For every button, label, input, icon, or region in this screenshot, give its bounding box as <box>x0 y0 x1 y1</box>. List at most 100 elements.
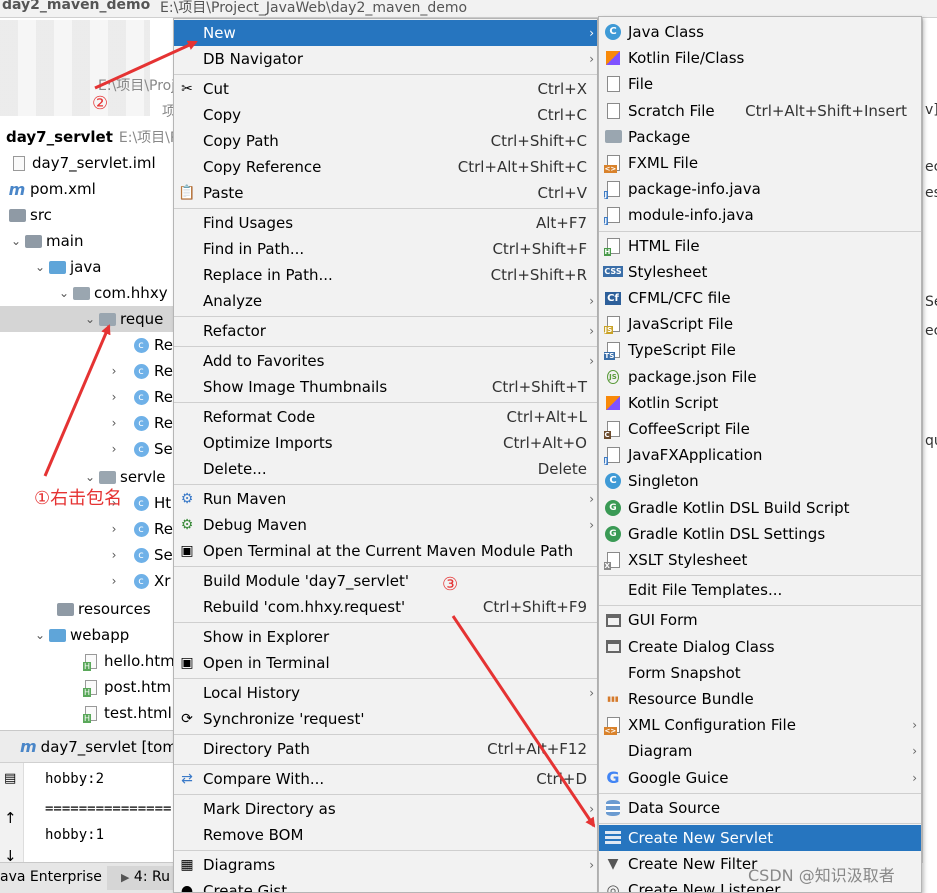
tree-item[interactable]: › c Re <box>0 516 180 542</box>
tree-item[interactable]: › c Re <box>0 410 180 436</box>
submenu-item-javascript-file[interactable]: JS JavaScript File <box>599 311 921 337</box>
menu-item-new[interactable]: New › <box>174 20 597 46</box>
menu-item-find-usages[interactable]: Find Usages Alt+F7 <box>174 210 597 236</box>
project-tab[interactable]: day2_maven_demo <box>2 0 150 13</box>
tree-item[interactable]: test.html <box>0 700 180 726</box>
tree-item[interactable]: › c Se <box>0 542 180 568</box>
tree-item[interactable]: m pom.xml <box>0 176 180 202</box>
submenu-item-file[interactable]: File <box>599 71 921 97</box>
sync-icon: ⟳ <box>181 711 193 727</box>
menu-item-run-maven[interactable]: ⚙ Run Maven › <box>174 486 597 512</box>
tree-item[interactable]: c Re <box>0 332 180 358</box>
submenu-item-diagram[interactable]: Diagram › <box>599 738 921 764</box>
menu-item-compare-with[interactable]: ⇄ Compare With... Ctrl+D <box>174 766 597 792</box>
submenu-item-scratch-file[interactable]: Scratch File Ctrl+Alt+Shift+Insert <box>599 98 921 124</box>
menu-item-show-in-explorer[interactable]: Show in Explorer <box>174 624 597 650</box>
submenu-item-gradle-kotlin-dsl-build-script[interactable]: G Gradle Kotlin DSL Build Script <box>599 495 921 521</box>
chevron-right-icon: › <box>589 294 594 308</box>
menu-item-label: Build Module 'day7_servlet' <box>203 572 409 590</box>
menu-item-diagrams[interactable]: ▦ Diagrams › <box>174 852 597 878</box>
submenu-item-kotlin-script[interactable]: Kotlin Script <box>599 390 921 416</box>
menu-item-build-module-day7-servlet[interactable]: Build Module 'day7_servlet' <box>174 568 597 594</box>
tree-module-day7[interactable]: day7_servlet E:\项目\Pr <box>0 124 180 150</box>
menu-item-remove-bom[interactable]: Remove BOM <box>174 822 597 848</box>
menu-item-add-to-favorites[interactable]: Add to Favorites › <box>174 348 597 374</box>
submenu-item-gui-form[interactable]: GUI Form <box>599 607 921 633</box>
submenu-item-html-file[interactable]: H HTML File <box>599 233 921 259</box>
submenu-item-xml-configuration-file[interactable]: <> XML Configuration File › <box>599 712 921 738</box>
menu-item-replace-in-path[interactable]: Replace in Path... Ctrl+Shift+R <box>174 262 597 288</box>
submenu-item-form-snapshot[interactable]: Form Snapshot <box>599 660 921 686</box>
menu-item-delete[interactable]: Delete... Delete <box>174 456 597 482</box>
menu-item-rebuild-com-hhxy-request[interactable]: Rebuild 'com.hhxy.request' Ctrl+Shift+F9 <box>174 594 597 620</box>
submenu-item-stylesheet[interactable]: CSS Stylesheet <box>599 259 921 285</box>
menu-item-paste[interactable]: 📋 Paste Ctrl+V <box>174 180 597 206</box>
submenu-item-cfml-cfc-file[interactable]: Cf CFML/CFC file <box>599 285 921 311</box>
tree-row-partial: E:\项目\Proj <box>98 78 176 94</box>
layout-icon[interactable]: ▤ <box>4 771 16 786</box>
package-icon <box>72 286 90 300</box>
tree-item-selected[interactable]: ⌄ reque <box>0 306 180 332</box>
menu-item-cut[interactable]: ✂ Cut Ctrl+X <box>174 76 597 102</box>
status-tab-run[interactable]: ▶ 4: Ru <box>107 866 180 890</box>
tree-item[interactable]: › c Re <box>0 358 180 384</box>
menu-item-local-history[interactable]: Local History › <box>174 680 597 706</box>
menu-item-copy-path[interactable]: Copy Path Ctrl+Shift+C <box>174 128 597 154</box>
submenu-item-resource-bundle[interactable]: ▮▮▮ Resource Bundle <box>599 686 921 712</box>
submenu-item-module-info-java[interactable]: Jmodule-info.java <box>599 202 921 228</box>
tree-item[interactable]: › c Re <box>0 384 180 410</box>
submenu-item-google-guice[interactable]: G Google Guice › <box>599 765 921 791</box>
submenu-item-label: JavaFXApplication <box>628 446 763 465</box>
menu-item-directory-path[interactable]: Directory Path Ctrl+Alt+F12 <box>174 736 597 762</box>
submenu-item-fxml-file[interactable]: <> FXML File <box>599 150 921 176</box>
tree-item[interactable]: › c Se <box>0 436 180 462</box>
menu-item-open-terminal-at-the-current-maven-module-path[interactable]: ▣ Open Terminal at the Current Maven Modu… <box>174 538 597 564</box>
tree-item[interactable]: ⌄ webapp <box>0 622 180 648</box>
menu-item-debug-maven[interactable]: ⚙ Debug Maven › <box>174 512 597 538</box>
menu-item-shortcut: Ctrl+V <box>537 184 587 202</box>
submenu-item-create-new-servlet[interactable]: Create New Servlet <box>599 825 921 851</box>
menu-item-find-in-path[interactable]: Find in Path... Ctrl+Shift+F <box>174 236 597 262</box>
menu-item-create-gist[interactable]: ● Create Gist... <box>174 878 597 892</box>
submenu-item-gradle-kotlin-dsl-settings[interactable]: G Gradle Kotlin DSL Settings <box>599 521 921 547</box>
menu-item-synchronize-request[interactable]: ⟳ Synchronize 'request' <box>174 706 597 732</box>
submenu-item-kotlin-file-class[interactable]: Kotlin File/Class <box>599 45 921 71</box>
tree-item[interactable]: ⌄ com.hhxy <box>0 280 180 306</box>
arrow-up-icon[interactable]: ↑ <box>4 809 17 827</box>
menu-item-mark-directory-as[interactable]: Mark Directory as › <box>174 796 597 822</box>
submenu-item-create-dialog-class[interactable]: Create Dialog Class <box>599 634 921 660</box>
tree-item[interactable]: hello.htm <box>0 648 180 674</box>
submenu-item-data-source[interactable]: Data Source <box>599 795 921 821</box>
submenu-item-java-class[interactable]: C Java Class <box>599 19 921 45</box>
status-tab-enterprise[interactable]: ava Enterprise <box>0 869 102 885</box>
submenu-item-label: module-info.java <box>628 206 754 225</box>
tree-item[interactable]: resources <box>0 596 180 622</box>
menu-item-optimize-imports[interactable]: Optimize Imports Ctrl+Alt+O <box>174 430 597 456</box>
menu-item-open-in-terminal[interactable]: ▣ Open in Terminal <box>174 650 597 676</box>
submenu-item-singleton[interactable]: C Singleton <box>599 468 921 494</box>
run-header[interactable]: m day7_servlet [tom <box>0 731 180 763</box>
tree-item[interactable]: ⌄ java <box>0 254 180 280</box>
submenu-item-xslt-stylesheet[interactable]: X XSLT Stylesheet <box>599 547 921 573</box>
tree-item[interactable]: ⌄ main <box>0 228 180 254</box>
menu-item-refactor[interactable]: Refactor › <box>174 318 597 344</box>
submenu-item-package-info-java[interactable]: Jpackage-info.java <box>599 176 921 202</box>
submenu-item-edit-file-templates[interactable]: Edit File Templates... <box>599 577 921 603</box>
submenu-item-coffeescript-file[interactable]: C CoffeeScript File <box>599 416 921 442</box>
submenu-item-javafxapplication[interactable]: J JavaFXApplication <box>599 442 921 468</box>
tree-item[interactable]: src <box>0 202 180 228</box>
submenu-item-package[interactable]: Package <box>599 124 921 150</box>
menu-item-label: Find in Path... <box>203 240 305 258</box>
menu-item-copy-reference[interactable]: Copy Reference Ctrl+Alt+Shift+C <box>174 154 597 180</box>
tree-item[interactable]: post.htm <box>0 674 180 700</box>
servlet-icon <box>604 829 622 847</box>
submenu-item-typescript-file[interactable]: TS TypeScript File <box>599 337 921 363</box>
menu-item-db-navigator[interactable]: DB Navigator › <box>174 46 597 72</box>
submenu-item-package-json-file[interactable]: JS package.json File <box>599 364 921 390</box>
menu-item-show-image-thumbnails[interactable]: Show Image Thumbnails Ctrl+Shift+T <box>174 374 597 400</box>
menu-item-reformat-code[interactable]: Reformat Code Ctrl+Alt+L <box>174 404 597 430</box>
menu-item-copy[interactable]: Copy Ctrl+C <box>174 102 597 128</box>
tree-item[interactable]: › c Xr <box>0 568 180 594</box>
menu-item-analyze[interactable]: Analyze › <box>174 288 597 314</box>
tree-item[interactable]: day7_servlet.iml <box>0 150 180 176</box>
